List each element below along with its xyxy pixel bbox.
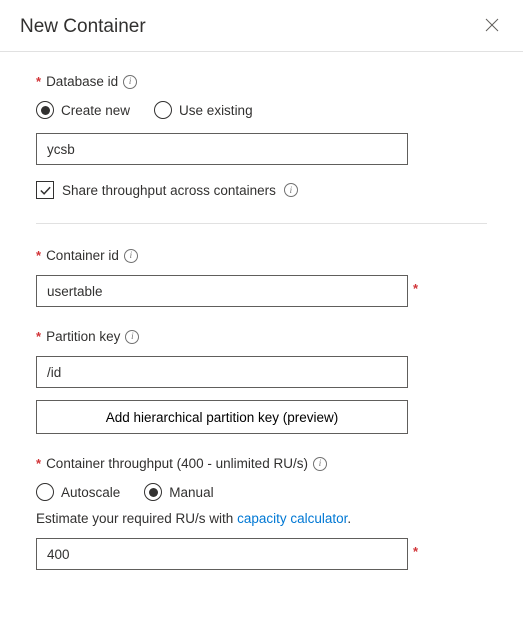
throughput-section: * Container throughput (400 - unlimited … (36, 456, 487, 570)
add-hierarchical-key-button[interactable]: Add hierarchical partition key (preview) (36, 400, 408, 434)
info-icon[interactable]: i (123, 75, 137, 89)
database-section: * Database id i Create new Use existing … (36, 74, 487, 199)
radio-icon (154, 101, 172, 119)
required-marker: * (413, 544, 418, 559)
panel-body: * Database id i Create new Use existing … (0, 52, 523, 590)
panel-header: New Container (0, 0, 523, 52)
close-button[interactable] (481, 14, 503, 39)
throughput-input[interactable] (36, 538, 408, 570)
section-divider (36, 223, 487, 224)
radio-label: Autoscale (61, 485, 120, 500)
container-label: Container id (46, 248, 119, 263)
partition-section: * Partition key i Add hierarchical parti… (36, 329, 487, 434)
radio-icon (144, 483, 162, 501)
radio-icon (36, 101, 54, 119)
database-radio-group: Create new Use existing (36, 101, 487, 119)
container-label-row: * Container id i (36, 248, 487, 263)
required-marker: * (36, 248, 41, 263)
container-id-input[interactable] (36, 275, 408, 307)
share-throughput-checkbox[interactable] (36, 181, 54, 199)
partition-label: Partition key (46, 329, 120, 344)
required-marker: * (413, 281, 418, 296)
throughput-radio-group: Autoscale Manual (36, 483, 487, 501)
required-marker: * (36, 74, 41, 89)
radio-manual[interactable]: Manual (144, 483, 213, 501)
database-id-input[interactable] (36, 133, 408, 165)
radio-label: Create new (61, 103, 130, 118)
required-marker: * (36, 456, 41, 471)
partition-key-input[interactable] (36, 356, 408, 388)
database-label-row: * Database id i (36, 74, 487, 89)
radio-icon (36, 483, 54, 501)
throughput-label: Container throughput (400 - unlimited RU… (46, 456, 308, 471)
capacity-calculator-link[interactable]: capacity calculator (237, 511, 347, 526)
radio-create-new[interactable]: Create new (36, 101, 130, 119)
panel-title: New Container (20, 16, 146, 38)
close-icon (485, 18, 499, 32)
info-icon[interactable]: i (124, 249, 138, 263)
info-icon[interactable]: i (284, 183, 298, 197)
partition-label-row: * Partition key i (36, 329, 487, 344)
radio-autoscale[interactable]: Autoscale (36, 483, 120, 501)
radio-label: Use existing (179, 103, 253, 118)
radio-use-existing[interactable]: Use existing (154, 101, 253, 119)
help-suffix: . (347, 511, 351, 526)
throughput-help-text: Estimate your required RU/s with capacit… (36, 511, 487, 526)
checkmark-icon (39, 184, 52, 197)
info-icon[interactable]: i (313, 457, 327, 471)
help-prefix: Estimate your required RU/s with (36, 511, 237, 526)
throughput-label-row: * Container throughput (400 - unlimited … (36, 456, 487, 471)
share-throughput-label: Share throughput across containers (62, 183, 276, 198)
database-label: Database id (46, 74, 118, 89)
info-icon[interactable]: i (125, 330, 139, 344)
radio-label: Manual (169, 485, 213, 500)
share-throughput-row: Share throughput across containers i (36, 181, 487, 199)
container-section: * Container id i * (36, 248, 487, 307)
required-marker: * (36, 329, 41, 344)
